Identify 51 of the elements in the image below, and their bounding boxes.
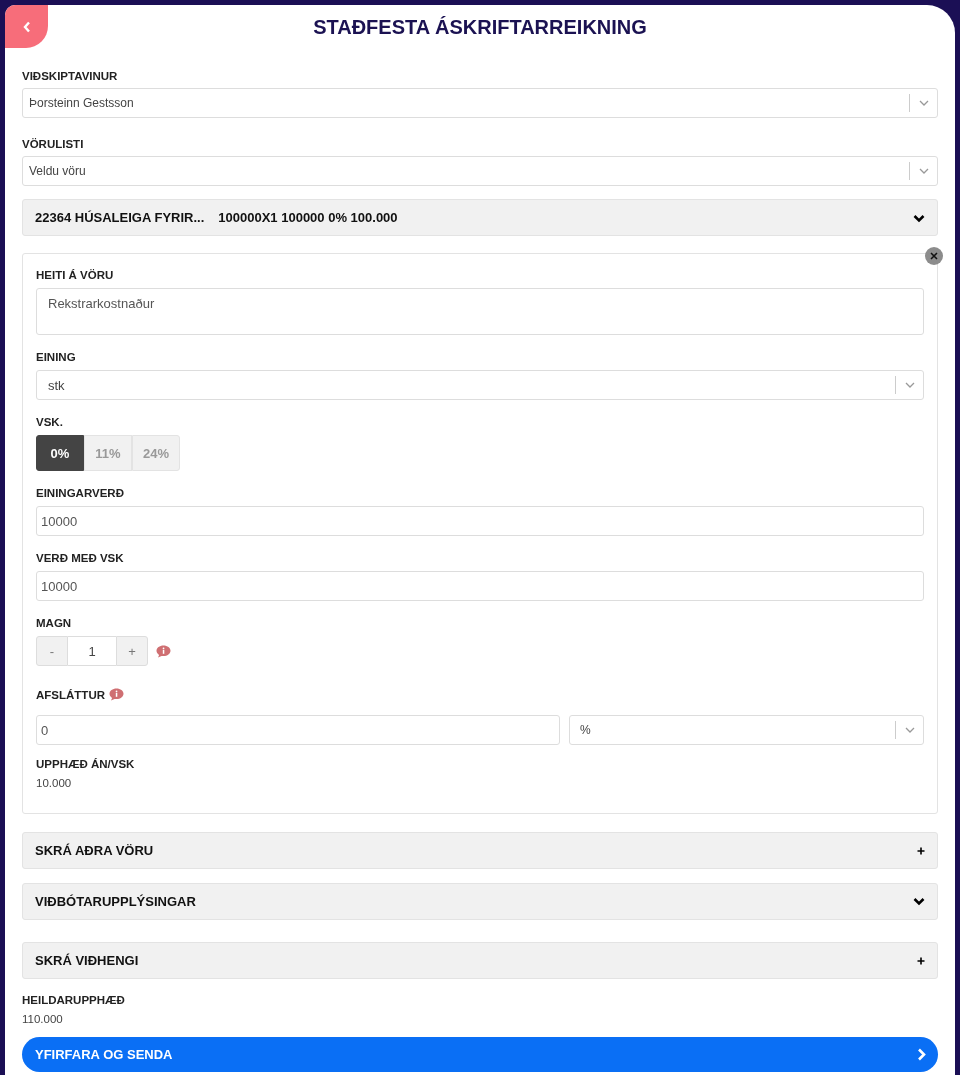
chevron-left-icon — [22, 20, 31, 33]
plus-icon — [917, 956, 925, 965]
section-title: SKRÁ AÐRA VÖRU — [35, 843, 155, 858]
close-button[interactable] — [925, 247, 943, 265]
section-title: SKRÁ VIÐHENGI — [35, 953, 140, 968]
minus-button[interactable]: - — [36, 636, 68, 666]
field-label: HEITI Á VÖRU — [36, 269, 115, 281]
caret-icon — [918, 100, 929, 106]
field-label: EINING — [36, 351, 77, 363]
chevron-down-icon — [913, 897, 925, 906]
caret-icon — [918, 168, 929, 174]
caret-icon — [904, 727, 915, 733]
chevron-right-icon — [917, 1048, 926, 1061]
plus-icon — [917, 846, 925, 855]
accordion-header[interactable]: SKRÁ AÐRA VÖRU — [22, 832, 938, 869]
input-field[interactable]: 0 — [36, 715, 560, 745]
accordion-header[interactable]: 22364 HÚSALEIGA FYRIR... 100000X1 100000 0% 100.000 — [22, 199, 938, 236]
page-title: STAÐFESTA ÁSKRIFTARREIKNING — [312, 15, 648, 40]
field-label: AFSLÁTTUR — [36, 688, 105, 701]
total-value: 110.000 — [22, 1013, 64, 1025]
input-field[interactable]: 10000 — [36, 571, 924, 601]
item-summary: 100000X1 100000 0% 100.000 — [218, 210, 399, 225]
select-field[interactable]: Veldu vöru — [22, 156, 938, 186]
text-area[interactable]: Rekstrarkostnaður — [36, 288, 924, 335]
select-field[interactable]: stk — [36, 370, 924, 400]
field-label: VERÐ MEÐ VSK — [36, 552, 125, 564]
plus-button[interactable]: + — [116, 636, 148, 666]
vat-option[interactable]: 0% — [36, 435, 84, 471]
back-button[interactable] — [5, 5, 48, 48]
section-title: VIÐBÓTARUPPLÝSINGAR — [35, 894, 197, 909]
accordion-header[interactable]: VIÐBÓTARUPPLÝSINGAR — [22, 883, 938, 920]
close-icon — [930, 252, 938, 260]
info-icon — [156, 644, 171, 658]
item-name: 22364 HÚSALEIGA FYRIR... — [35, 210, 205, 225]
quantity-field[interactable]: 1 — [68, 636, 116, 666]
select-field[interactable]: Þorsteinn Gestsson — [22, 88, 938, 118]
caret-icon — [904, 382, 915, 388]
field-label: VÖRULISTI — [22, 138, 85, 150]
field-label: VIÐSKIPTAVINUR — [22, 70, 119, 82]
submit-button[interactable]: YFIRFARA OG SENDA — [22, 1037, 938, 1072]
info-icon — [109, 688, 124, 701]
total-label: HEILDARUPPHÆÐ — [22, 994, 126, 1006]
amount-value: 10.000 — [36, 777, 73, 789]
field-label: EININGARVERÐ — [36, 487, 125, 499]
chevron-down-icon — [913, 213, 925, 223]
select-field[interactable]: % — [569, 715, 924, 745]
accordion-header[interactable]: SKRÁ VIÐHENGI — [22, 942, 938, 979]
field-label: VSK. — [36, 416, 64, 428]
field-label: UPPHÆÐ ÁN/VSK — [36, 758, 136, 770]
input-field[interactable]: 10000 — [36, 506, 924, 536]
field-label: MAGN — [36, 617, 73, 629]
